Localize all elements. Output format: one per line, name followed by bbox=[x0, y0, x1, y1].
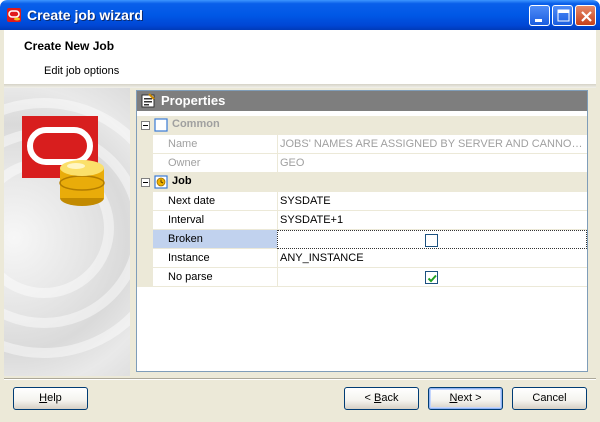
property-label-name: Name bbox=[153, 135, 277, 154]
property-label-owner: Owner bbox=[153, 154, 277, 173]
wizard-header: Create New Job Edit job options bbox=[4, 30, 596, 84]
checkmark-icon bbox=[427, 274, 437, 283]
category-common[interactable]: Common bbox=[137, 116, 587, 135]
property-value-interval[interactable]: SYSDATE+1 bbox=[277, 211, 587, 230]
wizard-side-image bbox=[4, 88, 130, 376]
property-row-no-parse[interactable]: No parse bbox=[137, 268, 587, 287]
database-icon bbox=[22, 116, 105, 206]
property-label-no-parse: No parse bbox=[153, 268, 277, 287]
property-value-no-parse[interactable] bbox=[277, 268, 587, 287]
properties-icon bbox=[141, 93, 155, 108]
property-value-next-date[interactable]: SYSDATE bbox=[277, 192, 587, 211]
window-title: Create job wizard bbox=[27, 7, 143, 23]
maximize-button[interactable] bbox=[552, 5, 573, 26]
category-background bbox=[153, 173, 587, 192]
collapse-icon[interactable] bbox=[141, 178, 150, 187]
property-row-owner[interactable]: Owner GEO bbox=[137, 154, 587, 173]
category-job[interactable]: Job bbox=[137, 173, 587, 192]
minimize-icon bbox=[535, 19, 542, 22]
property-label-instance: Instance bbox=[153, 249, 277, 268]
back-button[interactable]: < Back bbox=[344, 387, 419, 410]
properties-panel: Properties Common Name JOBS' NAMES ARE A… bbox=[136, 90, 588, 372]
help-button-accel: H bbox=[39, 392, 48, 404]
help-button-label: elp bbox=[47, 392, 62, 404]
row-gutter bbox=[137, 230, 153, 249]
back-button-label: ack bbox=[381, 392, 399, 404]
property-row-interval[interactable]: Interval SYSDATE+1 bbox=[137, 211, 587, 230]
properties-title: Properties bbox=[161, 93, 226, 108]
common-category-icon bbox=[154, 118, 168, 132]
oracle-logo-icon bbox=[6, 7, 22, 23]
back-button-prefix: < bbox=[364, 392, 374, 404]
property-row-broken[interactable]: Broken bbox=[137, 230, 587, 249]
no-parse-checkbox[interactable] bbox=[425, 271, 438, 284]
broken-checkbox[interactable] bbox=[425, 234, 438, 247]
footer-separator bbox=[4, 378, 596, 380]
cancel-button[interactable]: Cancel bbox=[512, 387, 587, 410]
category-label-common: Common bbox=[172, 118, 220, 130]
help-button[interactable]: Help bbox=[13, 387, 88, 410]
property-row-instance[interactable]: Instance ANY_INSTANCE bbox=[137, 249, 587, 268]
row-gutter bbox=[137, 249, 153, 268]
property-value-owner: GEO bbox=[277, 154, 587, 173]
next-button-label: ext > bbox=[457, 392, 482, 404]
row-gutter bbox=[137, 135, 153, 154]
maximize-icon bbox=[557, 9, 570, 22]
collapse-icon[interactable] bbox=[141, 121, 150, 130]
job-category-icon bbox=[154, 175, 168, 189]
category-label-job: Job bbox=[172, 175, 192, 187]
minimize-button[interactable] bbox=[529, 5, 550, 26]
row-gutter bbox=[137, 192, 153, 211]
property-row-next-date[interactable]: Next date SYSDATE bbox=[137, 192, 587, 211]
properties-header: Properties bbox=[137, 91, 587, 111]
property-label-broken: Broken bbox=[153, 230, 277, 249]
header-subtitle: Edit job options bbox=[44, 65, 120, 77]
property-label-next-date: Next date bbox=[153, 192, 277, 211]
property-label-interval: Interval bbox=[153, 211, 277, 230]
row-gutter bbox=[137, 154, 153, 173]
close-icon bbox=[581, 11, 592, 22]
header-title: Create New Job bbox=[24, 39, 115, 53]
title-bar[interactable]: Create job wizard bbox=[0, 0, 600, 30]
close-button[interactable] bbox=[575, 5, 596, 26]
property-row-name[interactable]: Name JOBS' NAMES ARE ASSIGNED BY SERVER … bbox=[137, 135, 587, 154]
row-gutter bbox=[137, 268, 153, 287]
property-value-broken[interactable] bbox=[277, 230, 587, 249]
property-value-instance[interactable]: ANY_INSTANCE bbox=[277, 249, 587, 268]
wizard-window: Create job wizard Create New Job Edit jo… bbox=[0, 0, 600, 422]
property-value-name: JOBS' NAMES ARE ASSIGNED BY SERVER AND C… bbox=[277, 135, 587, 154]
next-button[interactable]: Next > bbox=[428, 387, 503, 410]
row-gutter bbox=[137, 211, 153, 230]
